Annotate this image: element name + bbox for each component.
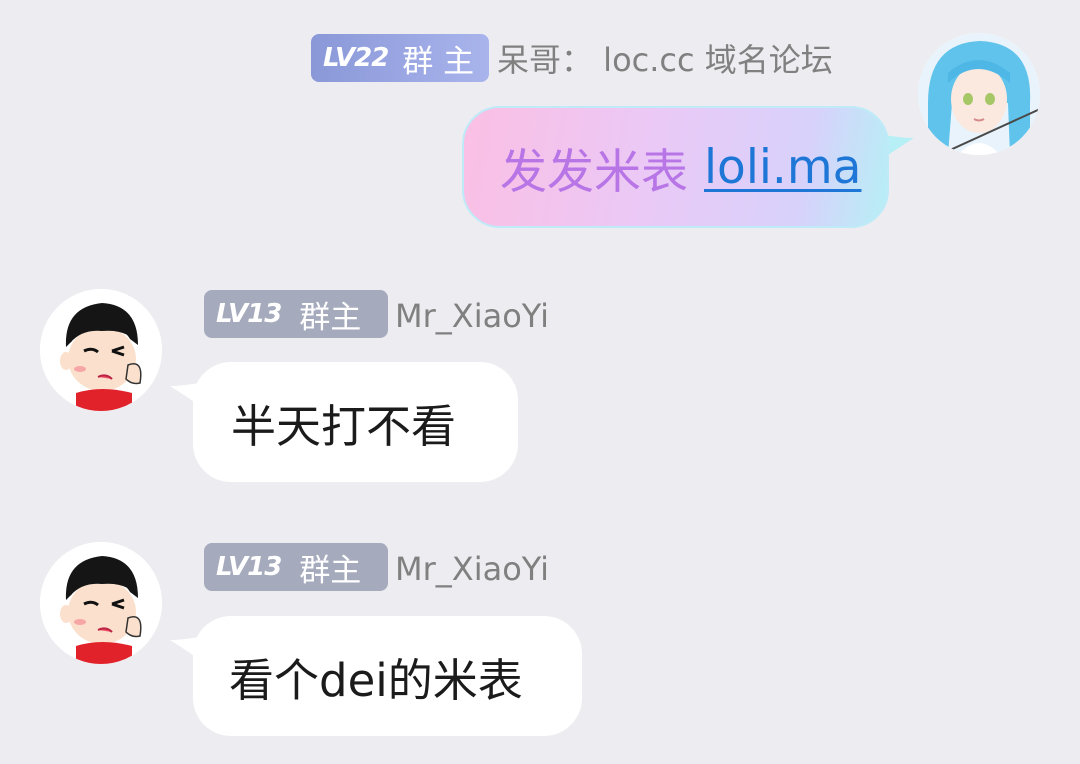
sender-name[interactable]: Mr_XiaoYi [395,296,549,336]
role-text: 群主 [299,552,362,589]
level-text: LV13 [216,552,282,582]
message-link[interactable]: loli.ma [704,140,861,195]
sender-name[interactable]: 呆哥： loc.cc 域名论坛 [497,40,833,80]
avatar[interactable] [40,542,162,664]
message-bubble[interactable]: 看个dei的米表 [193,616,582,736]
cartoon-boy-avatar-icon [40,289,162,411]
level-badge: LV13 群主 [204,543,388,591]
cartoon-boy-avatar-icon [40,542,162,664]
anime-avatar-icon [918,33,1040,155]
message-bubble[interactable]: 半天打不看 [193,362,518,482]
level-badge: LV13 群主 [204,290,388,338]
avatar[interactable] [40,289,162,411]
sender-name[interactable]: Mr_XiaoYi [395,549,549,589]
level-badge: LV22 群 主 [311,34,489,82]
level-text: LV13 [216,299,282,329]
avatar[interactable] [918,33,1040,155]
message-bubble[interactable]: 发发米表 loli.ma [462,106,889,228]
role-text: 群主 [299,299,362,336]
level-text: LV22 [323,43,389,73]
message-text: 半天打不看 [231,399,457,453]
message-text: 发发米表 [500,144,688,200]
role-text: 群 主 [402,43,475,80]
message-text: 看个dei的米表 [229,653,523,707]
